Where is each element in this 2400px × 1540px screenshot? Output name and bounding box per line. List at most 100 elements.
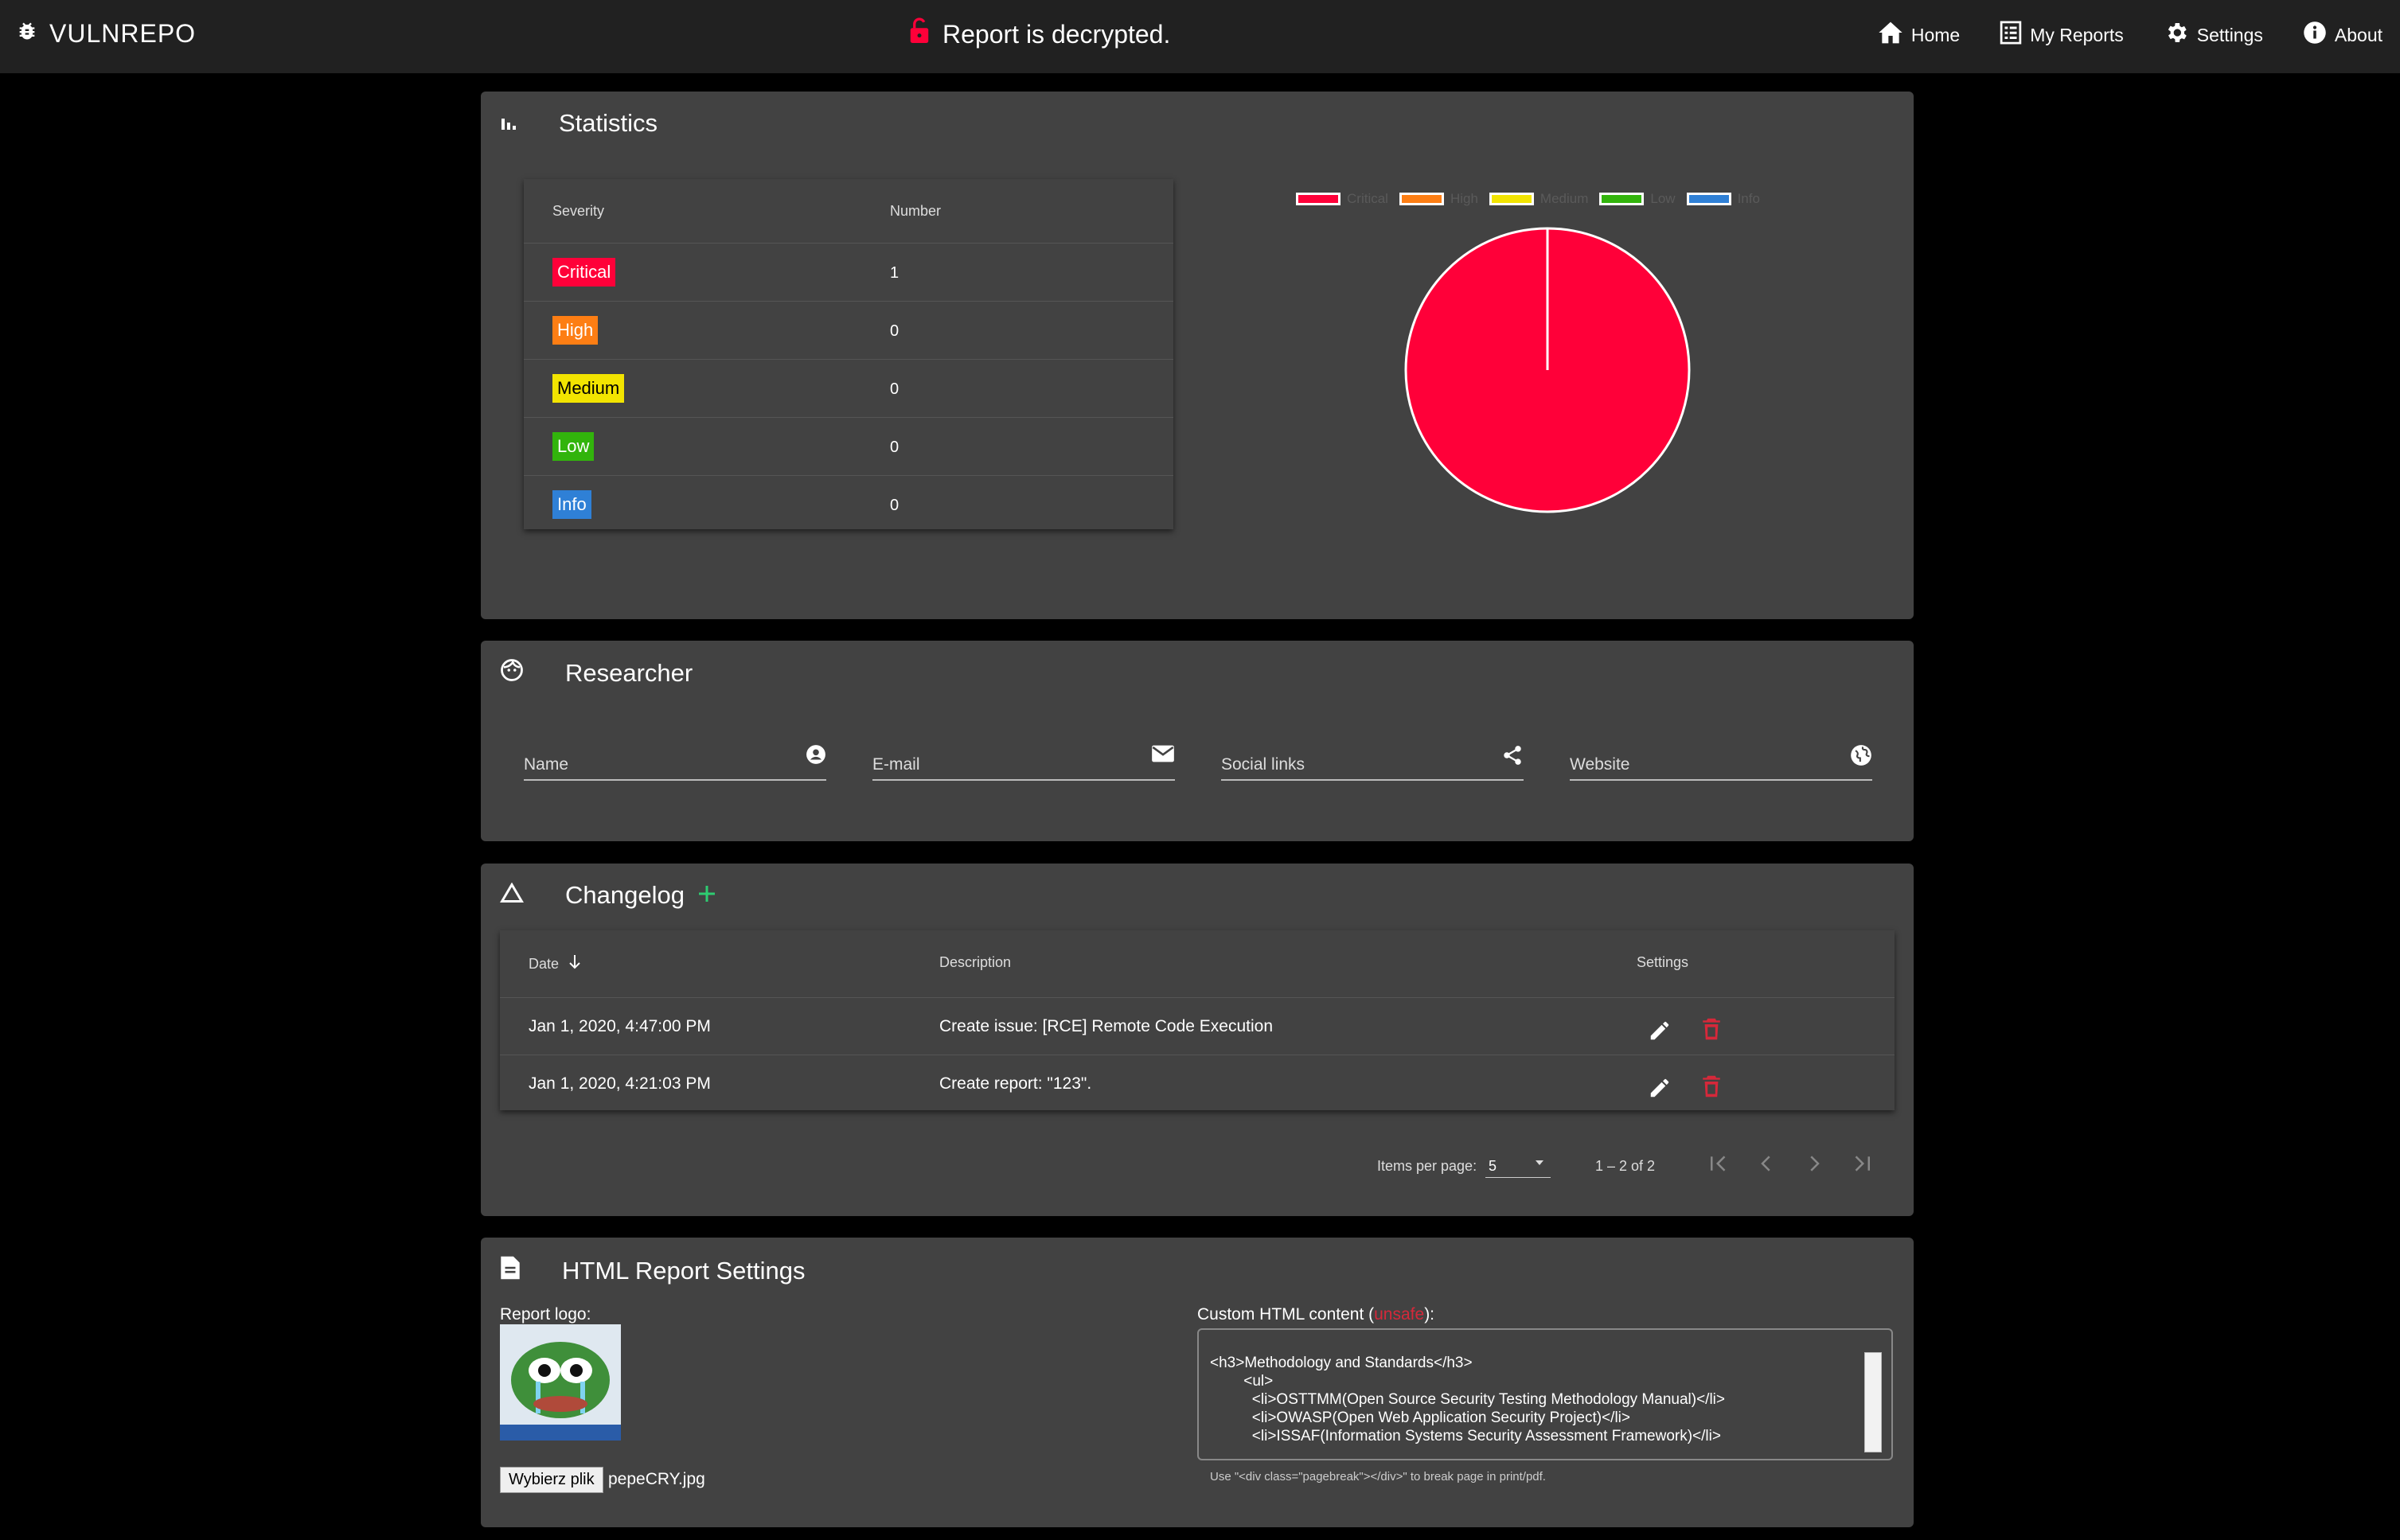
delete-button[interactable] xyxy=(1702,1074,1721,1103)
nav-about[interactable]: About xyxy=(2303,18,2382,53)
researcher-email-field[interactable]: E-mail xyxy=(872,736,1175,781)
decryption-status: Report is decrypted. xyxy=(907,18,1170,51)
changelog-title: Changelog xyxy=(565,881,685,909)
researcher-card: Researcher Name E-mail Social links Webs… xyxy=(481,641,1914,841)
textarea-scrollbar[interactable] xyxy=(1864,1352,1882,1452)
html-settings-title: HTML Report Settings xyxy=(562,1257,806,1285)
chart-legend: Critical High Medium Low Info xyxy=(1296,191,1765,207)
html-settings-header: HTML Report Settings xyxy=(500,1255,806,1287)
legend-swatch xyxy=(1399,193,1444,205)
edit-button[interactable] xyxy=(1648,1076,1672,1105)
last-page-icon[interactable] xyxy=(1850,1152,1874,1179)
custom-html-textarea[interactable]: <h3>Methodology and Standards</h3> <ul> … xyxy=(1197,1328,1893,1460)
high-count: 0 xyxy=(890,322,900,340)
nav-my-reports-label: My Reports xyxy=(2030,24,2124,45)
chevron-down-icon xyxy=(1533,1156,1546,1173)
home-icon xyxy=(1878,21,1903,49)
changelog-card: Changelog Date Description Settings Jan … xyxy=(481,864,1914,1216)
medium-badge: Medium xyxy=(552,374,625,403)
low-badge: Low xyxy=(552,432,595,461)
legend-item-medium[interactable]: Medium xyxy=(1489,191,1588,207)
changelog-date: Jan 1, 2020, 4:21:03 PM xyxy=(529,1074,711,1093)
col-severity: Severity xyxy=(552,203,605,219)
items-per-page-label: Items per page: xyxy=(1377,1158,1477,1174)
page-size-select[interactable]: 5 xyxy=(1485,1150,1551,1178)
email-label: E-mail xyxy=(872,755,920,774)
legend-swatch xyxy=(1599,193,1645,205)
legend-item-info[interactable]: Info xyxy=(1686,191,1760,207)
legend-item-low[interactable]: Low xyxy=(1599,191,1676,207)
top-nav: Home My Reports Settings About xyxy=(1878,18,2382,53)
unlock-icon xyxy=(907,18,931,51)
changelog-date: Jan 1, 2020, 4:47:00 PM xyxy=(529,1017,711,1035)
name-label: Name xyxy=(524,755,569,774)
custom-html-content: <h3>Methodology and Standards</h3> <ul> … xyxy=(1210,1355,1725,1444)
changelog-table-header: Date Description Settings xyxy=(500,930,1895,998)
severity-row-critical: Critical 1 xyxy=(524,244,1173,302)
critical-badge: Critical xyxy=(552,258,616,287)
severity-row-info: Info 0 xyxy=(524,476,1173,533)
html-report-settings-card: HTML Report Settings Report logo: Wybier… xyxy=(481,1238,1914,1527)
severity-row-high: High 0 xyxy=(524,302,1173,360)
researcher-title: Researcher xyxy=(565,659,693,687)
legend-label: Critical xyxy=(1347,191,1388,206)
severity-row-medium: Medium 0 xyxy=(524,360,1173,418)
researcher-website-field[interactable]: Website xyxy=(1570,736,1872,781)
severity-row-low: Low 0 xyxy=(524,418,1173,476)
col-settings: Settings xyxy=(1637,954,1689,970)
change-history-icon xyxy=(500,881,524,910)
nav-about-label: About xyxy=(2334,24,2382,45)
nav-home-label: Home xyxy=(1910,24,1961,45)
legend-item-critical[interactable]: Critical xyxy=(1296,191,1388,207)
changelog-table: Date Description Settings Jan 1, 2020, 4… xyxy=(500,930,1895,1110)
gear-icon xyxy=(2164,20,2189,50)
brand[interactable]: VULNREPO xyxy=(16,19,196,49)
next-page-icon[interactable] xyxy=(1802,1152,1826,1179)
medium-count: 0 xyxy=(890,380,900,398)
pagebreak-hint: Use "<div class="pagebreak"></div>" to b… xyxy=(1210,1470,1546,1483)
page-range: 1 – 2 of 2 xyxy=(1595,1158,1656,1174)
face-icon xyxy=(500,658,524,688)
nav-settings-label: Settings xyxy=(2196,24,2263,45)
statistics-card: Statistics Severity Number Critical 1 Hi… xyxy=(481,92,1914,619)
account-icon xyxy=(806,744,826,769)
page-size-value: 5 xyxy=(1489,1158,1497,1174)
nav-settings[interactable]: Settings xyxy=(2164,18,2263,53)
custom-html-label-suffix: ): xyxy=(1424,1305,1435,1324)
choose-file-button[interactable]: Wybierz plik xyxy=(500,1467,603,1493)
researcher-name-field[interactable]: Name xyxy=(524,736,826,781)
file-name: pepeCRY.jpg xyxy=(608,1470,705,1488)
custom-html-label-prefix: Custom HTML content ( xyxy=(1197,1305,1375,1324)
edit-button[interactable] xyxy=(1648,1019,1672,1047)
prev-page-icon[interactable] xyxy=(1754,1152,1778,1179)
delete-button[interactable] xyxy=(1702,1017,1721,1046)
report-logo-image xyxy=(500,1324,621,1441)
col-date[interactable]: Date xyxy=(529,954,581,974)
legend-label: Medium xyxy=(1540,191,1589,206)
changelog-header: Changelog xyxy=(500,881,716,910)
info-count: 0 xyxy=(890,497,900,514)
statistics-header: Statistics xyxy=(500,109,658,138)
bar-chart-icon xyxy=(500,109,517,138)
legend-swatch xyxy=(1489,193,1534,205)
nav-home[interactable]: Home xyxy=(1878,18,1960,53)
col-description: Description xyxy=(939,954,1012,970)
severity-pie-chart xyxy=(1404,227,1691,513)
severity-table-header: Severity Number xyxy=(524,179,1173,244)
researcher-social-field[interactable]: Social links xyxy=(1221,736,1524,781)
status-text: Report is decrypted. xyxy=(942,19,1171,49)
document-icon xyxy=(500,1255,521,1287)
nav-my-reports[interactable]: My Reports xyxy=(2000,18,2124,53)
low-count: 0 xyxy=(890,439,900,456)
legend-swatch xyxy=(1296,193,1340,205)
share-icon xyxy=(1501,744,1524,770)
website-label: Website xyxy=(1570,755,1630,774)
legend-item-high[interactable]: High xyxy=(1399,191,1478,207)
legend-label: Info xyxy=(1737,191,1760,206)
changelog-description: Create report: "123". xyxy=(939,1074,1092,1093)
add-changelog-button[interactable] xyxy=(697,881,716,910)
first-page-icon[interactable] xyxy=(1707,1152,1731,1179)
unsafe-label: unsafe xyxy=(1374,1305,1425,1324)
col-number: Number xyxy=(890,203,942,219)
high-badge: High xyxy=(552,316,599,345)
